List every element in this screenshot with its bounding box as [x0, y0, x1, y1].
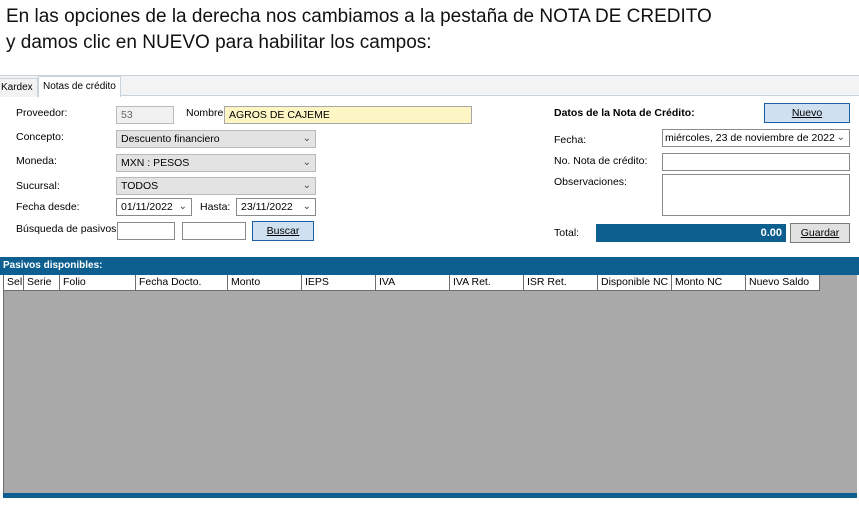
concepto-label: Concepto: — [16, 131, 64, 143]
fecha-label: Fecha: — [554, 134, 587, 146]
chevron-down-icon: ⌄ — [302, 157, 311, 168]
busqueda-field-2[interactable] — [182, 222, 246, 240]
column-header-iva-ret[interactable]: IVA Ret. — [450, 275, 524, 291]
sucursal-select[interactable]: TODOS ⌄ — [116, 177, 316, 195]
column-header-disponible-nc[interactable]: Disponible NC — [598, 275, 672, 291]
busqueda-label: Búsqueda de pasivos: — [16, 223, 120, 235]
sucursal-label: Sucursal: — [16, 180, 60, 192]
fecha-desde-label: Fecha desde: — [16, 201, 80, 213]
column-header-monto-nc[interactable]: Monto NC — [672, 275, 746, 291]
busqueda-field-1[interactable] — [117, 222, 175, 240]
chevron-down-icon: ⌄ — [178, 201, 187, 212]
fecha-desde-value: 01/11/2022 — [121, 201, 173, 213]
column-header-isr-ret[interactable]: ISR Ret. — [524, 275, 598, 291]
column-header-folio[interactable]: Folio — [60, 275, 136, 291]
app-window: Kardex Notas de crédito Proveedor: 53 No… — [0, 75, 859, 507]
column-header-nuevo-saldo[interactable]: Nuevo Saldo — [746, 275, 820, 291]
tab-notas-de-credito[interactable]: Notas de crédito — [38, 76, 121, 97]
instruction-line-2: y damos clic en NUEVO para habilitar los… — [6, 32, 432, 53]
guardar-button[interactable]: Guardar — [790, 223, 850, 243]
nuevo-button[interactable]: Nuevo — [764, 103, 850, 123]
nombre-label: Nombre: — [186, 107, 227, 119]
tab-kardex[interactable]: Kardex — [0, 78, 38, 97]
chevron-down-icon: ⌄ — [302, 180, 311, 191]
column-header-sel[interactable]: Sel. — [4, 275, 24, 291]
fecha-desde-picker[interactable]: 01/11/2022 ⌄ — [116, 198, 192, 216]
proveedor-label: Proveedor: — [16, 107, 68, 119]
moneda-select[interactable]: MXN : PESOS ⌄ — [116, 154, 316, 172]
concepto-select[interactable]: Descuento financiero ⌄ — [116, 130, 316, 148]
hasta-picker[interactable]: 23/11/2022 ⌄ — [236, 198, 316, 216]
tab-strip: Kardex Notas de crédito — [0, 76, 859, 97]
proveedor-field: 53 — [116, 106, 174, 124]
no-nota-label: No. Nota de crédito: — [554, 155, 648, 167]
concepto-value: Descuento financiero — [121, 133, 220, 145]
observaciones-field[interactable] — [662, 174, 850, 216]
fecha-value: miércoles, 23 de noviembre de 2022 — [665, 132, 835, 144]
chevron-down-icon: ⌄ — [836, 132, 845, 143]
column-header-serie[interactable]: Serie — [24, 275, 60, 291]
chevron-down-icon: ⌄ — [302, 133, 311, 144]
section-title-datos-nota: Datos de la Nota de Crédito: — [554, 107, 695, 119]
total-value: 0.00 — [596, 224, 786, 242]
fecha-picker[interactable]: miércoles, 23 de noviembre de 2022 ⌄ — [662, 129, 850, 147]
pasivos-grid[interactable]: Sel. Serie Folio Fecha Docto. Monto IEPS… — [3, 275, 857, 493]
instruction-line-1: En las opciones de la derecha nos cambia… — [6, 6, 712, 27]
hasta-value: 23/11/2022 — [241, 201, 293, 213]
grid-title: Pasivos disponibles: — [0, 257, 859, 275]
sucursal-value: TODOS — [121, 180, 159, 192]
moneda-value: MXN : PESOS — [121, 157, 190, 169]
total-label: Total: — [554, 227, 580, 239]
column-header-ieps[interactable]: IEPS — [302, 275, 376, 291]
column-header-fecha-docto[interactable]: Fecha Docto. — [136, 275, 228, 291]
nombre-field[interactable]: AGROS DE CAJEME — [224, 106, 472, 124]
no-nota-field[interactable] — [662, 153, 850, 171]
column-header-iva[interactable]: IVA — [376, 275, 450, 291]
chevron-down-icon: ⌄ — [302, 201, 311, 212]
observaciones-label: Observaciones: — [554, 176, 627, 188]
buscar-button[interactable]: Buscar — [252, 221, 314, 241]
column-header-monto[interactable]: Monto — [228, 275, 302, 291]
bottom-status-bar — [3, 493, 857, 498]
hasta-label: Hasta: — [200, 201, 231, 213]
moneda-label: Moneda: — [16, 155, 57, 167]
